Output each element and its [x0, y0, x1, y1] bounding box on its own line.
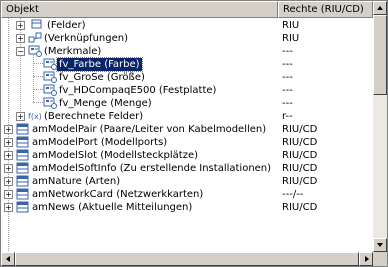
tree-rows: + (Felder) RIU + (Verknüpfungen) RIU − (… — [1, 18, 373, 255]
tree-row[interactable]: + amNews (Aktuelle Mitteilungen) RIU/CD — [1, 201, 373, 214]
table-icon — [16, 162, 29, 174]
tree-row[interactable]: + amModelPair (Paare/Leiter von Kabelmod… — [1, 123, 373, 136]
column-header-rights[interactable]: Rechte (RIU/CD) — [278, 1, 373, 18]
tree-row[interactable]: + f(x) (Berechnete Felder) r-- — [1, 110, 373, 123]
table-icon — [16, 188, 29, 200]
tree-item-label: amNews (Aktuelle Mitteilungen) — [32, 202, 193, 213]
tree-row-selected[interactable]: fv_Farbe (Farbe) --- — [1, 57, 373, 72]
scroll-left-button[interactable] — [1, 252, 15, 266]
tree-item-label: fv_Farbe (Farbe) — [56, 57, 143, 72]
expand-toggle[interactable]: + — [4, 151, 13, 160]
expand-toggle[interactable]: + — [16, 112, 25, 121]
rights-value: --- — [282, 72, 293, 83]
tree-row[interactable]: + amModelPort (Modellports) RIU/CD — [1, 136, 373, 149]
rights-value: --- — [282, 59, 293, 70]
expand-toggle[interactable]: + — [16, 21, 25, 30]
rights-value: RIU/CD — [282, 124, 318, 135]
rights-value: ---/-- — [282, 189, 304, 200]
tree-item-label: fv_HDCompaqE500 (Festplatte) — [59, 85, 217, 96]
vertical-scrollbar[interactable] — [373, 1, 387, 252]
rights-value: RIU/CD — [282, 202, 318, 213]
arrow-down-icon — [377, 243, 383, 247]
tree-row[interactable]: fv_GroSe (Größe) --- — [1, 71, 373, 84]
tree-row[interactable]: + amNetworkCard (Netzwerkkarten) ---/-- — [1, 188, 373, 201]
table-icon — [16, 201, 29, 213]
expand-toggle[interactable]: + — [4, 190, 13, 199]
rights-tree-list[interactable]: Objekt Rechte (RIU/CD) + (Felder) RIU + … — [0, 0, 388, 267]
rights-value: --- — [282, 85, 293, 96]
tree-item-label: (Merkmale) — [44, 46, 102, 57]
rights-value: RIU/CD — [282, 137, 318, 148]
collapse-toggle[interactable]: − — [16, 47, 25, 56]
vertical-scroll-thumb[interactable] — [373, 15, 387, 95]
feature-value-icon — [43, 97, 57, 109]
rights-value: --- — [282, 98, 293, 109]
tree-item-label: (Berechnete Felder) — [44, 111, 144, 122]
tree-item-label: amModelSoftInfo (Zu erstellende Installa… — [32, 163, 272, 174]
tree-item-label: (Felder) — [47, 20, 86, 31]
scrollbar-corner — [373, 252, 387, 266]
arrow-up-icon — [377, 6, 383, 10]
rights-value: --- — [282, 46, 293, 57]
feature-value-icon — [43, 71, 57, 83]
rights-value: RIU — [282, 33, 300, 44]
table-icon — [16, 175, 29, 187]
table-icon — [16, 149, 29, 161]
column-header: Objekt Rechte (RIU/CD) — [1, 1, 373, 18]
tree-row[interactable]: + amModelSlot (Modellsteckplätze) RIU/CD — [1, 149, 373, 162]
tree-row[interactable]: + (Felder) RIU — [1, 19, 373, 32]
tree-item-label: amModelPair (Paare/Leiter von Kabelmodel… — [32, 124, 267, 135]
tree-row[interactable]: fv_Menge (Menge) --- — [1, 97, 373, 110]
tree-row[interactable]: − (Merkmale) --- — [1, 45, 373, 58]
column-header-object[interactable]: Objekt — [1, 1, 278, 18]
feature-value-icon — [43, 84, 57, 96]
tree-item-label: (Verknüpfungen) — [44, 33, 128, 44]
rights-value: r-- — [282, 111, 293, 122]
expand-toggle[interactable]: + — [4, 177, 13, 186]
links-icon — [28, 32, 42, 43]
fields-icon — [31, 19, 42, 29]
tree-row[interactable]: fv_HDCompaqE500 (Festplatte) --- — [1, 84, 373, 97]
rights-value: RIU/CD — [282, 176, 318, 187]
rights-value: RIU — [282, 20, 300, 31]
table-icon — [16, 136, 29, 148]
tree-item-label: amModelPort (Modellports) — [32, 137, 168, 148]
tree-row[interactable]: + (Verknüpfungen) RIU — [1, 32, 373, 45]
rights-value: RIU/CD — [282, 150, 318, 161]
tree-row[interactable]: + amModelSoftInfo (Zu erstellende Instal… — [1, 162, 373, 175]
tree-item-label: amNature (Arten) — [32, 176, 121, 187]
expand-toggle[interactable]: + — [4, 203, 13, 212]
tree-item-label: fv_GroSe (Größe) — [59, 72, 145, 83]
expand-toggle[interactable]: + — [4, 138, 13, 147]
expand-toggle[interactable]: + — [4, 125, 13, 134]
horizontal-scrollbar[interactable] — [1, 252, 373, 266]
tree-row[interactable]: + amNature (Arten) RIU/CD — [1, 175, 373, 188]
tree-item-label: fv_Menge (Menge) — [59, 98, 152, 109]
expand-toggle[interactable]: + — [16, 34, 25, 43]
scroll-up-button[interactable] — [373, 1, 387, 15]
scroll-down-button[interactable] — [373, 238, 387, 252]
tree-item-label: amModelSlot (Modellsteckplätze) — [32, 150, 198, 161]
scroll-right-button[interactable] — [359, 252, 373, 266]
expand-toggle[interactable]: + — [4, 164, 13, 173]
features-icon — [28, 45, 42, 57]
calculated-fields-icon: f(x) — [28, 112, 42, 121]
feature-value-icon — [43, 58, 57, 70]
table-icon — [16, 123, 29, 135]
arrow-right-icon — [365, 256, 369, 262]
tree-item-label: amNetworkCard (Netzwerkkarten) — [32, 189, 204, 200]
horizontal-scroll-thumb[interactable] — [15, 252, 359, 266]
arrow-left-icon — [6, 256, 10, 262]
rights-value: RIU/CD — [282, 163, 318, 174]
